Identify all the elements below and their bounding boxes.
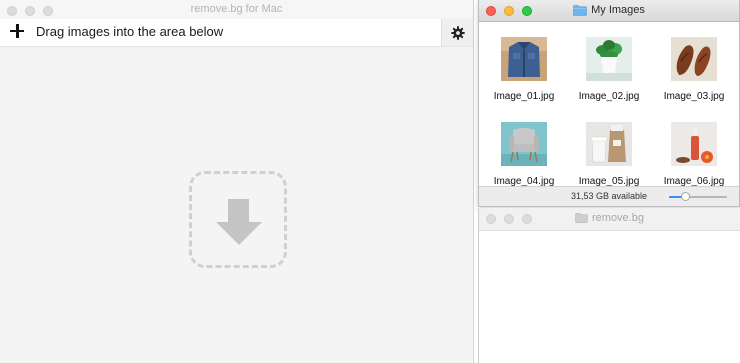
disk-space-text: 31,53 GB available [571,191,648,201]
main-window-title: remove.bg for Mac [190,3,283,15]
folder-icon [575,213,588,223]
brown-shoes-thumbnail [671,37,717,81]
main-titlebar[interactable]: remove.bg for Mac [0,0,473,20]
gear-icon [450,25,465,40]
file-item[interactable]: Image_02.jpg [567,37,651,102]
finder-title: My Images [479,4,739,16]
slider-knob[interactable] [681,192,691,201]
removebg-main-window: remove.bg for Mac Drag images into the a… [0,0,474,363]
file-item[interactable]: Image_04.jpg [482,122,566,187]
plus-icon[interactable] [9,23,25,39]
second-title: remove.bg [479,212,740,224]
denim-shirt-thumbnail [501,37,547,81]
file-item[interactable]: Image_03.jpg [652,37,736,102]
coffee-packaging-thumbnail [586,122,632,166]
finder-title-text: My Images [591,4,645,16]
file-name: Image_03.jpg [663,91,725,102]
download-arrow-icon [216,199,262,245]
image-drop-zone[interactable] [189,171,287,268]
main-toolbar: Drag images into the area below [0,19,473,47]
removebg-second-window: remove.bg [478,208,740,363]
settings-button[interactable] [441,19,473,46]
file-item[interactable]: Image_05.jpg [567,122,651,187]
potted-plant-thumbnail [586,37,632,81]
file-item[interactable]: Image_06.jpg [652,122,736,187]
folder-icon [573,4,587,16]
my-images-window: My Images Image_01.jpg Image_02.jpg Imag… [478,0,740,207]
file-name: Image_02.jpg [578,91,640,102]
instruction-text: Drag images into the area below [36,24,224,39]
finder-titlebar[interactable]: My Images [479,0,739,22]
second-title-text: remove.bg [592,212,644,224]
cosmetics-bottle-thumbnail [671,122,717,166]
file-name: Image_01.jpg [493,91,555,102]
armchair-thumbnail [501,122,547,166]
file-item[interactable]: Image_01.jpg [482,37,566,102]
second-titlebar[interactable]: remove.bg [479,208,740,231]
finder-status-bar: 31,53 GB available [479,186,739,206]
file-grid: Image_01.jpg Image_02.jpg Image_03.jpg I… [479,22,739,187]
icon-size-slider[interactable] [669,192,727,201]
